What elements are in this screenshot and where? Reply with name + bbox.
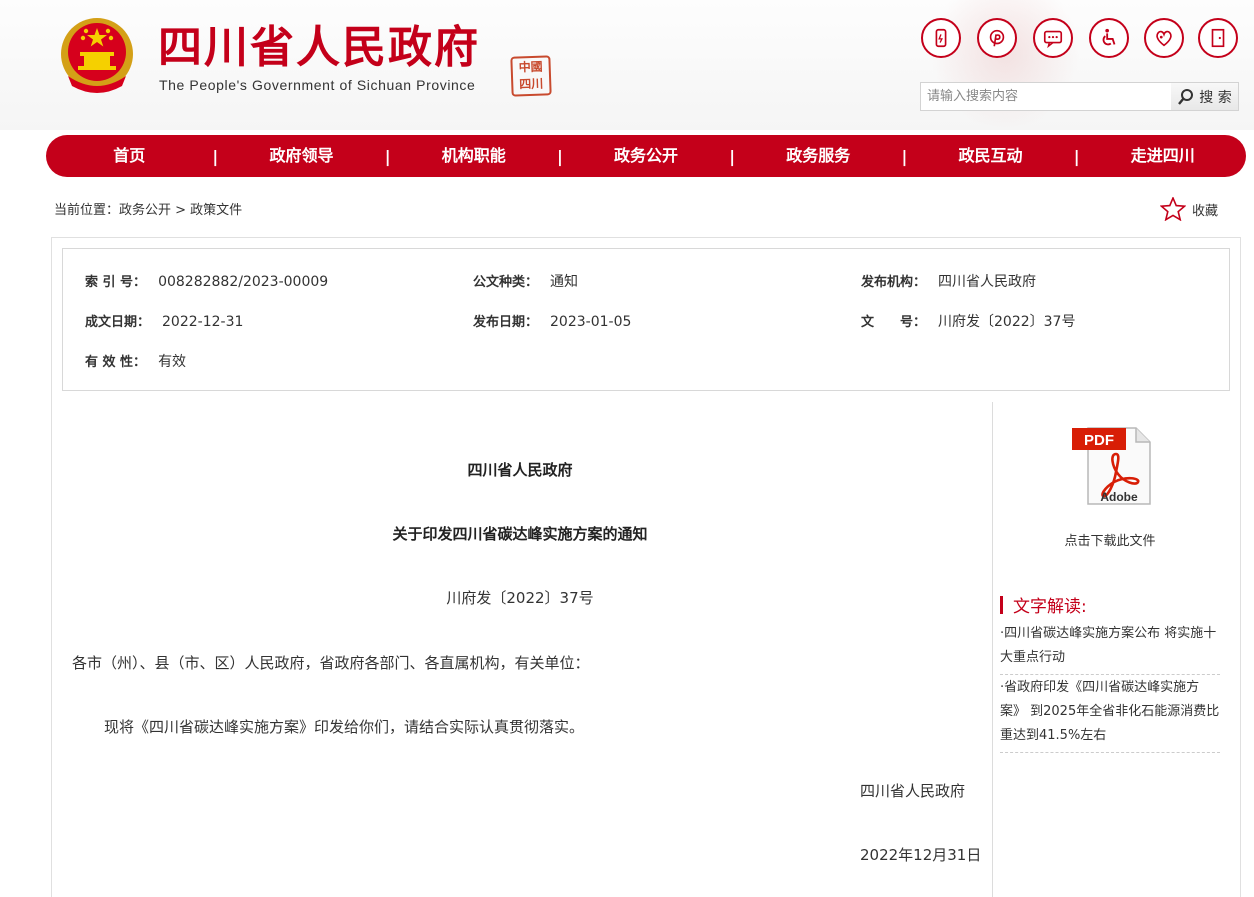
star-icon bbox=[1160, 197, 1186, 221]
nav-item-open-government[interactable]: 政务公开 bbox=[563, 135, 729, 177]
accessibility-icon[interactable] bbox=[1089, 18, 1129, 58]
meta-docno-value: 川府发〔2022〕37号 bbox=[938, 314, 1076, 330]
search-input[interactable] bbox=[920, 82, 1172, 111]
article-salutation: 各市（州）、县（市、区）人民政府，省政府各部门、各直属机构，有关单位： bbox=[72, 654, 590, 672]
message-icon[interactable] bbox=[1033, 18, 1073, 58]
document-meta: 索 引 号： 008282882/2023-00009 公文种类： 通知 发布机构：… bbox=[62, 248, 1230, 391]
pdf-icon-label: PDF bbox=[1084, 432, 1114, 449]
nav-item-services[interactable]: 政务服务 bbox=[735, 135, 901, 177]
nav-item-about-sichuan[interactable]: 走进四川 bbox=[1080, 135, 1246, 177]
favorite-button[interactable]: 收藏 bbox=[1160, 197, 1218, 221]
mobile-icon[interactable] bbox=[921, 18, 961, 58]
search-icon bbox=[1178, 88, 1194, 105]
article-title: 关于印发四川省碳达峰实施方案的通知 bbox=[392, 525, 648, 543]
article-signature: 四川省人民政府 bbox=[860, 782, 966, 800]
article-doc-number: 川府发〔2022〕37号 bbox=[446, 589, 594, 607]
heading-bar bbox=[1000, 595, 1003, 614]
meta-docno-label: 文 号： bbox=[861, 315, 927, 330]
meta-pubdate-label: 发布日期： bbox=[473, 315, 539, 330]
favorite-label: 收藏 bbox=[1192, 203, 1219, 219]
search-button[interactable]: 搜 索 bbox=[1171, 82, 1239, 111]
meta-issuer-label: 发布机构： bbox=[861, 275, 927, 290]
meta-validity-label: 有 效 性： bbox=[85, 355, 147, 370]
meta-date-label: 成文日期： bbox=[85, 315, 151, 330]
interpretation-link-2[interactable]: ·省政府印发《四川省碳达峰实施方案》 到2025年全省非化石能源消费比重达到41… bbox=[1000, 676, 1220, 753]
meta-index: 索 引 号： 008282882/2023-00009 bbox=[85, 271, 328, 290]
interpretation-link-1[interactable]: ·四川省碳达峰实施方案公布 将实施十大重点行动 bbox=[1000, 622, 1220, 675]
pdf-icon[interactable]: PDF Adobe bbox=[1070, 424, 1154, 506]
meta-index-value: 008282882/2023-00009 bbox=[158, 274, 329, 290]
national-emblem-icon bbox=[61, 18, 133, 93]
site-subtitle: The People's Government of Sichuan Provi… bbox=[159, 77, 476, 93]
adobe-label: Adobe bbox=[1100, 490, 1138, 504]
meta-docno: 文 号： 川府发〔2022〕37号 bbox=[861, 311, 1075, 331]
breadcrumb[interactable]: 当前位置：政务公开 > 政策文件 bbox=[54, 199, 242, 218]
nav-item-home[interactable]: 首页 bbox=[46, 135, 212, 177]
exit-icon[interactable] bbox=[1198, 18, 1238, 58]
meta-issuer-value: 四川省人民政府 bbox=[938, 274, 1037, 290]
main-nav: 首页 | 政府领导 | 机构职能 | 政务公开 | 政务服务 | 政民互动 | … bbox=[46, 135, 1246, 177]
toolbar-icons bbox=[920, 18, 1238, 62]
care-icon[interactable] bbox=[1144, 18, 1184, 58]
meta-validity: 有 效 性： 有效 bbox=[85, 351, 186, 371]
meta-validity-value: 有效 bbox=[158, 354, 187, 370]
article-sign-date: 2022年12月31日 bbox=[860, 846, 982, 864]
meta-date: 成文日期： 2022-12-31 bbox=[85, 311, 243, 330]
vertical-divider bbox=[992, 402, 993, 897]
meta-pubdate: 发布日期： 2023-01-05 bbox=[473, 311, 631, 330]
article-body: 现将《四川省碳达峰实施方案》印发给你们，请结合实际认真贯彻落实。 bbox=[104, 718, 585, 736]
interpretation-heading: 文字解读: bbox=[1000, 592, 1087, 617]
search-button-label: 搜 索 bbox=[1199, 89, 1232, 106]
download-link[interactable]: 点击下载此文件 bbox=[1000, 530, 1220, 549]
interpretation-title: 文字解读: bbox=[1013, 597, 1087, 617]
meta-pubdate-value: 2023-01-05 bbox=[550, 314, 632, 330]
meta-type-value: 通知 bbox=[550, 274, 579, 290]
meta-issuer: 发布机构： 四川省人民政府 bbox=[861, 271, 1036, 291]
meta-date-value: 2022-12-31 bbox=[162, 314, 244, 330]
meta-index-label: 索 引 号： bbox=[85, 275, 147, 290]
seal-logo: 中國 四川 bbox=[510, 55, 552, 97]
nav-item-interaction[interactable]: 政民互动 bbox=[907, 135, 1073, 177]
nav-item-leaders[interactable]: 政府领导 bbox=[218, 135, 384, 177]
pinterest-icon[interactable] bbox=[977, 18, 1017, 58]
nav-item-functions[interactable]: 机构职能 bbox=[391, 135, 557, 177]
meta-type: 公文种类： 通知 bbox=[473, 271, 578, 291]
meta-type-label: 公文种类： bbox=[473, 275, 539, 290]
site-title[interactable]: 四川省人民政府 bbox=[158, 22, 480, 74]
article-org: 四川省人民政府 bbox=[467, 461, 573, 479]
